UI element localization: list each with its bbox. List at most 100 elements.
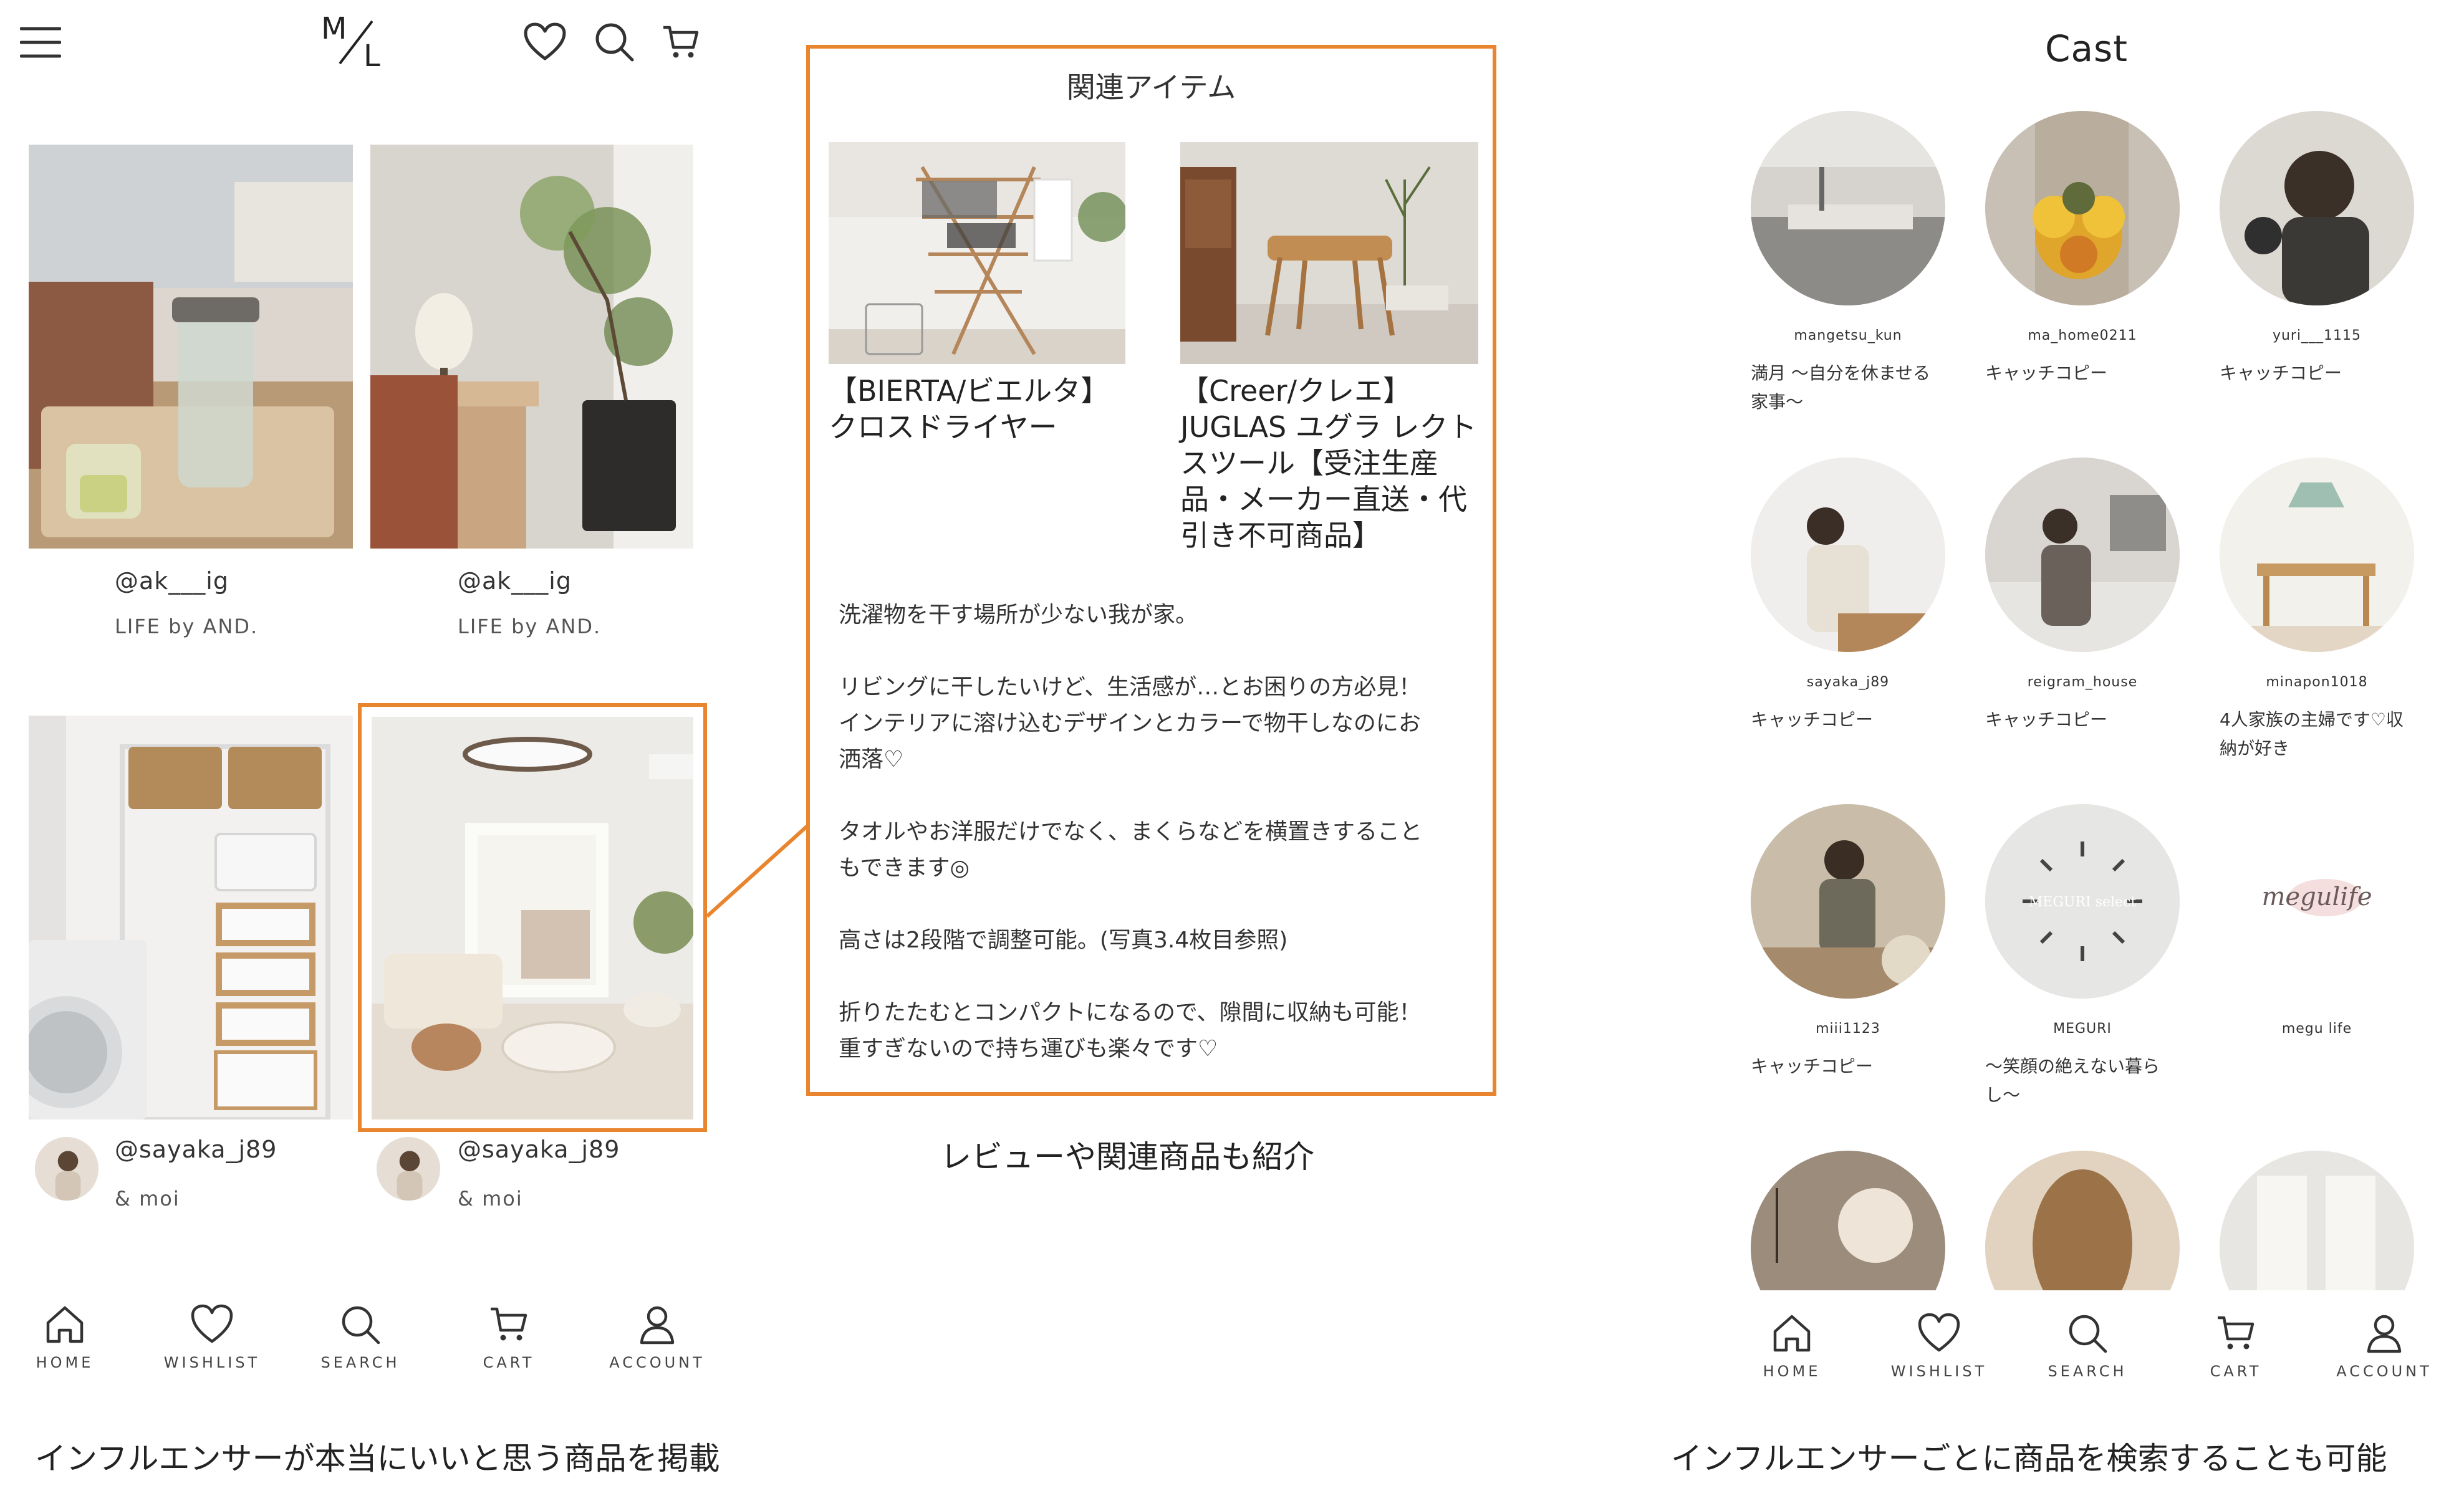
product-name-line: 品・メーカー直送・代	[1180, 482, 1467, 516]
nav-label: SEARCH	[320, 1354, 400, 1371]
product-image-rattan-stool[interactable]	[1180, 142, 1478, 364]
popup-caption: レビューや関連商品も紹介	[940, 1139, 1314, 1175]
cast-avatar[interactable]	[1751, 458, 1945, 652]
card-brand[interactable]: & moi	[115, 1187, 180, 1211]
cart-icon	[2214, 1311, 2258, 1355]
search-icon[interactable]	[594, 21, 635, 62]
product-name-line: JUGLAS ユグラ レクト	[1180, 410, 1477, 444]
logo-l: L	[363, 39, 380, 71]
cast-copy-line: キャッチコピー	[1985, 709, 2108, 730]
cast-copy: キャッチコピー	[1985, 706, 2191, 734]
card-brand[interactable]: LIFE by AND.	[115, 615, 258, 638]
review-description: 洗濯物を干す場所が少ない我が家。 リビングに干したいけど、生活感が…とお困りの方…	[839, 597, 1475, 1103]
cast-title: Cast	[2045, 27, 2128, 70]
nav-home[interactable]: HOME	[1730, 1311, 1854, 1380]
cast-name[interactable]: sayaka_j89	[1751, 674, 1945, 690]
post-image-tea-tray[interactable]	[29, 145, 353, 549]
card-handle[interactable]: @sayaka_j89	[458, 1136, 620, 1163]
post-image-laundry-shelf[interactable]	[29, 716, 353, 1120]
related-items-popup: 関連アイテム 【BIERTA/ビエルタ】 クロスドライヤー 【Creer/クレエ…	[806, 45, 1496, 1096]
cast-name[interactable]: megu life	[2220, 1021, 2414, 1037]
cart-icon[interactable]	[662, 25, 700, 60]
cast-avatar[interactable]	[1985, 111, 2180, 305]
nav-label: SEARCH	[2048, 1363, 2127, 1380]
cast-name[interactable]: reigram_house	[1985, 674, 2180, 690]
nav-wishlist[interactable]: WISHLIST	[1877, 1311, 2001, 1380]
site-logo[interactable]: M L	[315, 9, 396, 71]
cast-copy-line: 〜笑顔の絶えない暮ら	[1985, 1056, 2160, 1076]
cast-name[interactable]: ma_home0211	[1985, 328, 2180, 343]
nav-label: WISHLIST	[163, 1354, 261, 1371]
cast-name[interactable]: MEGURI	[1985, 1021, 2180, 1037]
nav-account[interactable]: ACCOUNT	[595, 1303, 719, 1371]
home-icon	[43, 1303, 87, 1346]
heart-icon	[1917, 1311, 1961, 1355]
cast-name[interactable]: minapon1018	[2220, 674, 2414, 690]
review-text: リビングに干したいけど、生活感が…とお困りの方必見！	[839, 674, 1422, 700]
review-text: 重すぎないので持ち運びも楽々です♡	[839, 1036, 1218, 1062]
card-brand[interactable]: LIFE by AND.	[458, 615, 601, 638]
nav-search[interactable]: SEARCH	[2025, 1311, 2150, 1380]
cast-avatar[interactable]	[1751, 804, 1945, 999]
cast-name[interactable]: mangetsu_kun	[1751, 328, 1945, 343]
nav-label: ACCOUNT	[609, 1354, 705, 1371]
nav-home[interactable]: HOME	[2, 1303, 127, 1371]
product-image-cloth-dryer[interactable]	[829, 142, 1125, 364]
product-name-line: クロスドライヤー	[829, 410, 1057, 444]
card-handle[interactable]: @sayaka_j89	[115, 1136, 277, 1163]
cast-copy-line: キャッチコピー	[1985, 363, 2108, 383]
nav-cart[interactable]: CART	[446, 1303, 571, 1371]
search-icon	[339, 1303, 382, 1346]
post-image-plant-lamp[interactable]	[370, 145, 693, 549]
cast-name[interactable]: miii1123	[1751, 1021, 1945, 1037]
nav-cart[interactable]: CART	[2173, 1311, 2298, 1380]
meguri-logo-text: MEGURI select	[2029, 894, 2137, 910]
heart-icon[interactable]	[524, 22, 566, 61]
nav-label: HOME	[1763, 1363, 1821, 1380]
right-caption: インフルエンサーごとに商品を検索することも可能	[1671, 1441, 2387, 1477]
nav-label: CART	[2210, 1363, 2262, 1380]
product-name-line: 【Creer/クレエ】	[1180, 374, 1412, 408]
cart-icon	[487, 1303, 531, 1346]
cast-copy: キャッチコピー	[1985, 359, 2191, 388]
nav-label: ACCOUNT	[2336, 1363, 2432, 1380]
cast-copy: キャッチコピー	[2220, 359, 2425, 388]
left-caption: インフルエンサーが本当にいいと思う商品を掲載	[35, 1441, 720, 1477]
review-text: 折りたたむとコンパクトになるので、隙間に収納も可能！	[839, 1000, 1422, 1025]
cast-copy-line: キャッチコピー	[1751, 709, 1874, 730]
product-name-2[interactable]: 【Creer/クレエ】 JUGLAS ユグラ レクト スツール【受注生産 品・メ…	[1180, 373, 1486, 554]
logo-m: M	[321, 11, 347, 46]
cast-copy: 〜笑顔の絶えない暮ら し〜	[1985, 1052, 2191, 1110]
menu-icon[interactable]	[20, 25, 61, 60]
cast-avatar[interactable]: MEGURI select	[1985, 804, 2180, 999]
megulife-logo-text: megulife	[2261, 883, 2372, 911]
cast-avatar[interactable]	[1751, 111, 1945, 305]
product-name-line: 引き不可商品】	[1180, 519, 1381, 552]
cast-name[interactable]: yuri___1115	[2220, 328, 2414, 343]
cast-copy-line: 家事〜	[1751, 391, 1804, 412]
card-handle[interactable]: @ak___ig	[458, 567, 572, 595]
cast-avatar[interactable]	[2220, 111, 2414, 305]
avatar[interactable]	[35, 1137, 99, 1201]
account-icon	[635, 1303, 679, 1346]
cast-copy-line: キャッチコピー	[2220, 363, 2342, 383]
nav-wishlist[interactable]: WISHLIST	[150, 1303, 274, 1371]
avatar[interactable]	[377, 1137, 440, 1201]
cast-avatar[interactable]: megulife	[2220, 804, 2414, 999]
cast-avatar[interactable]	[2220, 458, 2414, 652]
card-handle[interactable]: @ak___ig	[115, 567, 229, 595]
post-image-living-room[interactable]	[372, 717, 693, 1120]
nav-label: WISHLIST	[1890, 1363, 1988, 1380]
left-phone-screen: M L @ak___ig LIFE by AND. @ak___ig LIFE …	[0, 0, 720, 1494]
review-text: 高さは2段階で調整可能。(写真3.4枚目参照)	[839, 928, 1288, 953]
nav-label: HOME	[36, 1354, 94, 1371]
nav-label: CART	[483, 1354, 535, 1371]
product-name-1[interactable]: 【BIERTA/ビエルタ】 クロスドライヤー	[829, 373, 1122, 445]
product-name-line: スツール【受注生産	[1180, 446, 1438, 480]
card-brand[interactable]: & moi	[458, 1187, 523, 1211]
cast-copy: 満月 〜自分を休ませる 家事〜	[1751, 359, 1956, 416]
cast-avatar[interactable]	[1985, 458, 2180, 652]
account-icon	[2362, 1311, 2406, 1355]
nav-search[interactable]: SEARCH	[298, 1303, 423, 1371]
nav-account[interactable]: ACCOUNT	[2322, 1311, 2447, 1380]
